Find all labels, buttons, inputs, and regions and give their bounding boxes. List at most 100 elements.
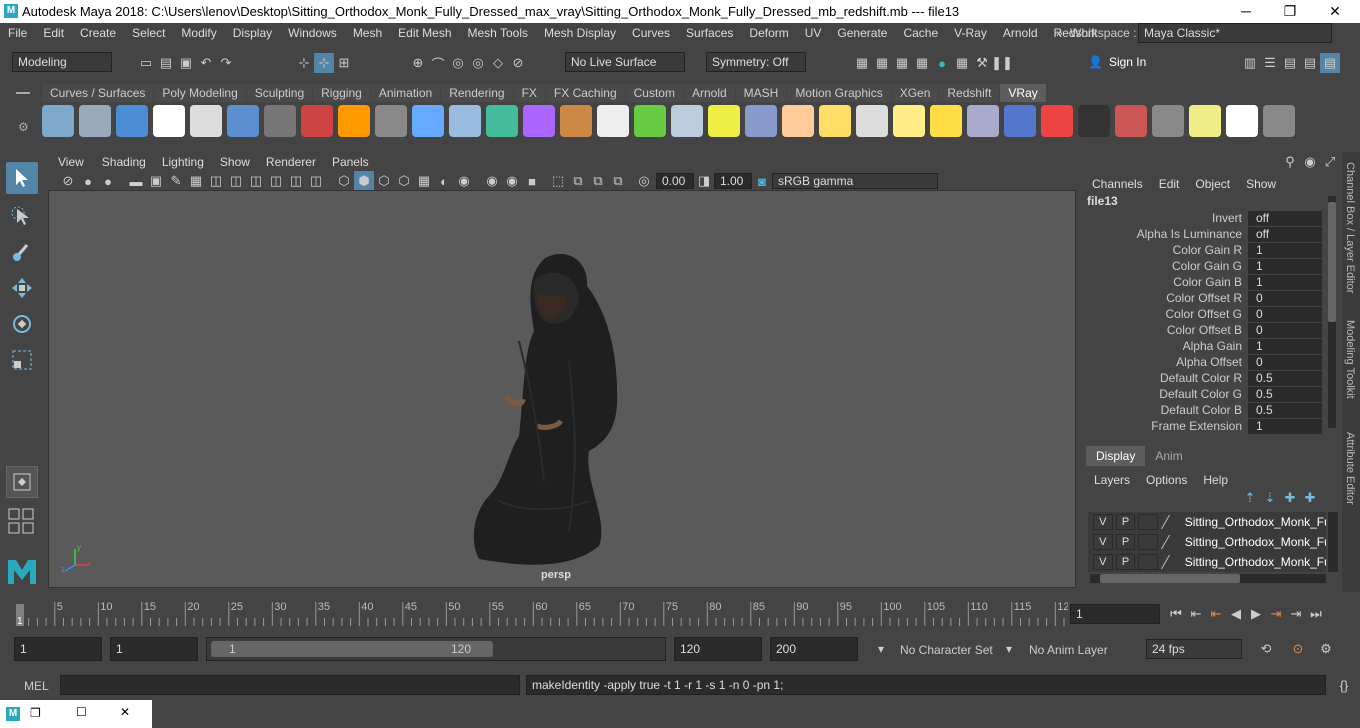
field-chart-icon[interactable]: ◫ bbox=[266, 171, 286, 191]
menu-mesh[interactable]: Mesh bbox=[345, 23, 390, 43]
range-slider-bar[interactable]: 1 120 bbox=[206, 637, 666, 661]
gate-mask-icon[interactable]: ◫ bbox=[246, 171, 266, 191]
attribute-value[interactable]: 1 bbox=[1248, 274, 1322, 290]
shelf-tool-24-icon[interactable] bbox=[893, 105, 925, 137]
shelf-tool-6-icon[interactable] bbox=[227, 105, 259, 137]
menu-edit-mesh[interactable]: Edit Mesh bbox=[390, 23, 459, 43]
shelf-tool-27-icon[interactable] bbox=[1004, 105, 1036, 137]
attribute-row[interactable]: Color Offset B 0 bbox=[1086, 322, 1322, 338]
go-to-start-icon[interactable]: ⏮ bbox=[1166, 604, 1186, 624]
rotate-tool-icon[interactable] bbox=[6, 308, 38, 340]
attribute-row[interactable]: Default Color R 0.5 bbox=[1086, 370, 1322, 386]
safe-title-icon[interactable]: ◫ bbox=[306, 171, 326, 191]
color-management-icon[interactable]: ◙ bbox=[752, 171, 772, 191]
channel-menu-show[interactable]: Show bbox=[1238, 174, 1284, 194]
attribute-value[interactable]: 1 bbox=[1248, 418, 1322, 434]
layer-name[interactable]: Sitting_Orthodox_Monk_Fu bbox=[1185, 535, 1326, 549]
menu-windows[interactable]: Windows bbox=[280, 23, 345, 43]
shelf-tool-7-icon[interactable] bbox=[264, 105, 296, 137]
menu-set-dropdown[interactable]: Modeling bbox=[12, 52, 112, 72]
select-hierarchy-icon[interactable]: ⊹ bbox=[294, 53, 314, 73]
grid-toggle-icon[interactable]: ▦ bbox=[186, 171, 206, 191]
layer-menu-options[interactable]: Options bbox=[1138, 470, 1195, 490]
layer-playback-toggle[interactable]: P bbox=[1115, 554, 1136, 570]
play-backward-icon[interactable]: ◀ bbox=[1226, 604, 1246, 624]
attribute-value[interactable]: off bbox=[1248, 226, 1322, 242]
hypershade-icon[interactable]: ● bbox=[932, 53, 952, 73]
open-scene-icon[interactable]: ▤ bbox=[156, 53, 176, 73]
four-view-layout-icon[interactable] bbox=[8, 508, 36, 536]
time-slider[interactable]: 5 10 15 20 25 30 35 40 45 50 55 60 65 70 75 80 85 90 95 100… bbox=[0, 596, 1360, 632]
exposure-field[interactable]: 0.00 bbox=[656, 173, 694, 189]
animation-preferences-icon[interactable]: ⚙ bbox=[1316, 639, 1336, 659]
tool-settings-icon[interactable]: ▤ bbox=[1280, 53, 1300, 73]
layer-row[interactable]: V P Sitting_Orthodox_Monk_Fu bbox=[1088, 512, 1326, 532]
shelf-tool-5-icon[interactable] bbox=[190, 105, 222, 137]
shelf-tool-18-icon[interactable] bbox=[671, 105, 703, 137]
layer-visibility-toggle[interactable]: V bbox=[1093, 534, 1113, 550]
current-frame-field[interactable]: 1 bbox=[1070, 604, 1160, 624]
single-perspective-layout-icon[interactable] bbox=[6, 466, 38, 498]
layer-playback-toggle[interactable]: P bbox=[1115, 514, 1136, 530]
shelf-tool-12-icon[interactable] bbox=[449, 105, 481, 137]
attribute-editor-tab[interactable]: Attribute Editor bbox=[1344, 432, 1356, 505]
character-set-dropdown[interactable]: No Character Set bbox=[900, 643, 993, 657]
animation-start-field[interactable]: 1 bbox=[14, 637, 102, 661]
wireframe-icon[interactable]: ⬡ bbox=[334, 171, 354, 191]
attribute-row[interactable]: Color Gain R 1 bbox=[1086, 242, 1322, 258]
shelf-tab-mash[interactable]: MASH bbox=[735, 84, 787, 102]
attribute-row[interactable]: Frame Extension 1 bbox=[1086, 418, 1322, 434]
menu-deform[interactable]: Deform bbox=[741, 23, 796, 43]
bookmarks-icon[interactable]: ● bbox=[98, 171, 118, 191]
shelf-tab-custom[interactable]: Custom bbox=[625, 84, 683, 102]
viewport-menu-shading[interactable]: Shading bbox=[94, 153, 154, 171]
new-layer-selected-icon[interactable]: ✚ bbox=[1300, 488, 1320, 508]
viewport-menu-view[interactable]: View bbox=[48, 153, 94, 171]
shelf-tool-20-icon[interactable] bbox=[745, 105, 777, 137]
layer-visibility-toggle[interactable]: V bbox=[1093, 514, 1113, 530]
menu-overflow-icon[interactable]: » bbox=[1056, 23, 1063, 43]
shelf-tab-xgen[interactable]: XGen bbox=[891, 84, 939, 102]
menu-cache[interactable]: Cache bbox=[895, 23, 946, 43]
menu-curves[interactable]: Curves bbox=[624, 23, 678, 43]
live-surface-field[interactable]: No Live Surface bbox=[565, 52, 685, 72]
maximize-button[interactable]: ❐ bbox=[1267, 0, 1313, 23]
snap-settings-icon[interactable]: ⊘ bbox=[508, 53, 528, 73]
save-scene-icon[interactable]: ▣ bbox=[176, 53, 196, 73]
anim-layer-dropdown[interactable]: No Anim Layer bbox=[1029, 643, 1108, 657]
attribute-editor-icon[interactable]: ☰ bbox=[1260, 53, 1280, 73]
attribute-row[interactable]: Default Color G 0.5 bbox=[1086, 386, 1322, 402]
layer-row[interactable]: V P Sitting_Orthodox_Monk_Fu bbox=[1088, 552, 1326, 572]
layer-name[interactable]: Sitting_Orthodox_Monk_Fu bbox=[1185, 555, 1326, 569]
move-layer-down-icon[interactable]: ⇣ bbox=[1260, 488, 1280, 508]
shelf-tool-29-icon[interactable] bbox=[1078, 105, 1110, 137]
layer-color-icon[interactable] bbox=[1160, 535, 1183, 549]
xray-icon[interactable]: ⧉ bbox=[568, 171, 588, 191]
play-forward-icon[interactable]: ▶ bbox=[1246, 604, 1266, 624]
shelf-tab-motion-graphics[interactable]: Motion Graphics bbox=[787, 84, 891, 102]
shelf-tool-3-icon[interactable] bbox=[116, 105, 148, 137]
shelf-tool-31-icon[interactable] bbox=[1152, 105, 1184, 137]
menu-select[interactable]: Select bbox=[124, 23, 173, 43]
command-input[interactable] bbox=[60, 675, 520, 695]
shelf-tab-rigging[interactable]: Rigging bbox=[313, 84, 370, 102]
channel-menu-object[interactable]: Object bbox=[1187, 174, 1238, 194]
modeling-toolkit-icon[interactable]: ▥ bbox=[1240, 53, 1260, 73]
multisample-icon[interactable]: ◉ bbox=[502, 171, 522, 191]
gamma-field[interactable]: 1.00 bbox=[714, 173, 752, 189]
step-back-frame-icon[interactable]: ⇤ bbox=[1206, 604, 1226, 624]
menu-uv[interactable]: UV bbox=[797, 23, 830, 43]
playback-end-field[interactable]: 120 bbox=[674, 637, 762, 661]
select-tool-icon[interactable] bbox=[6, 162, 38, 194]
move-tool-icon[interactable] bbox=[6, 272, 38, 304]
isolate-select-icon[interactable]: ⬚ bbox=[548, 171, 568, 191]
menu-file[interactable]: File bbox=[0, 23, 35, 43]
attribute-value[interactable]: 1 bbox=[1248, 338, 1322, 354]
modeling-toolkit-tab[interactable]: Modeling Toolkit bbox=[1344, 320, 1356, 399]
shelf-tool-11-icon[interactable] bbox=[412, 105, 444, 137]
shelf-tab-rendering[interactable]: Rendering bbox=[441, 84, 513, 102]
loop-icon[interactable]: ⟲ bbox=[1256, 639, 1276, 659]
time-slider-ruler[interactable]: 5 10 15 20 25 30 35 40 45 50 55 60 65 70 75 80 85 90 95 100… bbox=[14, 598, 1068, 630]
menu-generate[interactable]: Generate bbox=[829, 23, 895, 43]
layer-scrollbar-horizontal[interactable] bbox=[1090, 574, 1326, 583]
